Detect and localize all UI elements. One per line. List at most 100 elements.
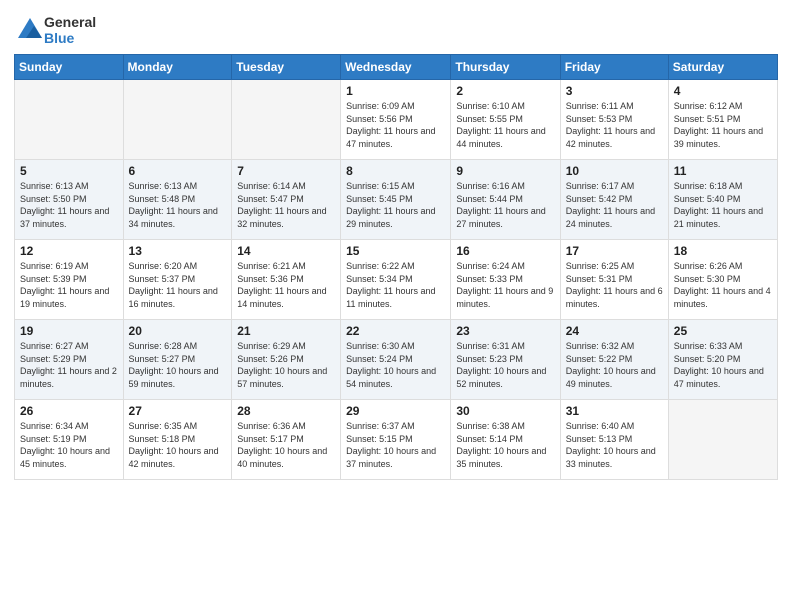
- calendar-day-cell: 1 Sunrise: 6:09 AM Sunset: 5:56 PM Daylig…: [341, 80, 451, 160]
- calendar-day-cell: 21 Sunrise: 6:29 AM Sunset: 5:26 PM Dayli…: [232, 320, 341, 400]
- day-number: 13: [129, 244, 227, 258]
- day-number: 29: [346, 404, 445, 418]
- day-number: 2: [456, 84, 554, 98]
- calendar-day-cell: [123, 80, 232, 160]
- day-number: 7: [237, 164, 335, 178]
- calendar-day-cell: 16Sunrise: 6:24 AM Sunset: 5:33 PM Dayli…: [451, 240, 560, 320]
- day-info: Sunrise: 6:20 AM Sunset: 5:37 PM Dayligh…: [129, 260, 227, 310]
- calendar-day-cell: 12 Sunrise: 6:19 AM Sunset: 5:39 PM Dayli…: [15, 240, 124, 320]
- day-number: 28: [237, 404, 335, 418]
- day-number: 19: [20, 324, 118, 338]
- calendar-day-cell: 6 Sunrise: 6:13 AM Sunset: 5:48 PM Daylig…: [123, 160, 232, 240]
- calendar-week-row: 1 Sunrise: 6:09 AM Sunset: 5:56 PM Daylig…: [15, 80, 778, 160]
- calendar-week-row: 19 Sunrise: 6:27 AM Sunset: 5:29 PM Dayli…: [15, 320, 778, 400]
- calendar-day-cell: 29Sunrise: 6:37 AM Sunset: 5:15 PM Dayli…: [341, 400, 451, 480]
- day-number: 11: [674, 164, 772, 178]
- day-header-wednesday: Wednesday: [341, 55, 451, 80]
- calendar-day-cell: 28 Sunrise: 6:36 AM Sunset: 5:17 PM Dayli…: [232, 400, 341, 480]
- day-info: Sunrise: 6:21 AM Sunset: 5:36 PM Dayligh…: [237, 260, 335, 310]
- calendar-day-cell: 2 Sunrise: 6:10 AM Sunset: 5:55 PM Daylig…: [451, 80, 560, 160]
- calendar-day-cell: 9 Sunrise: 6:16 AM Sunset: 5:44 PM Daylig…: [451, 160, 560, 240]
- calendar-day-cell: 10Sunrise: 6:17 AM Sunset: 5:42 PM Dayli…: [560, 160, 668, 240]
- day-number: 3: [566, 84, 663, 98]
- day-number: 30: [456, 404, 554, 418]
- calendar-day-cell: 18 Sunrise: 6:26 AM Sunset: 5:30 PM Dayli…: [668, 240, 777, 320]
- day-number: 14: [237, 244, 335, 258]
- day-number: 26: [20, 404, 118, 418]
- calendar-day-cell: 31 Sunrise: 6:40 AM Sunset: 5:13 PM Dayli…: [560, 400, 668, 480]
- day-info: Sunrise: 6:25 AM Sunset: 5:31 PM Dayligh…: [566, 260, 663, 310]
- day-info: Sunrise: 6:32 AM Sunset: 5:22 PM Dayligh…: [566, 340, 663, 390]
- day-info: Sunrise: 6:27 AM Sunset: 5:29 PM Dayligh…: [20, 340, 118, 390]
- day-info: Sunrise: 6:18 AM Sunset: 5:40 PM Dayligh…: [674, 180, 772, 230]
- day-number: 12: [20, 244, 118, 258]
- day-info: Sunrise: 6:09 AM Sunset: 5:56 PM Dayligh…: [346, 100, 445, 150]
- day-info: Sunrise: 6:31 AM Sunset: 5:23 PM Dayligh…: [456, 340, 554, 390]
- day-number: 5: [20, 164, 118, 178]
- calendar-day-cell: 30 Sunrise: 6:38 AM Sunset: 5:14 PM Dayli…: [451, 400, 560, 480]
- day-number: 9: [456, 164, 554, 178]
- calendar-table: SundayMondayTuesdayWednesdayThursdayFrid…: [14, 54, 778, 480]
- logo-icon: [16, 16, 44, 44]
- day-number: 25: [674, 324, 772, 338]
- day-info: Sunrise: 6:36 AM Sunset: 5:17 PM Dayligh…: [237, 420, 335, 470]
- day-info: Sunrise: 6:12 AM Sunset: 5:51 PM Dayligh…: [674, 100, 772, 150]
- day-info: Sunrise: 6:29 AM Sunset: 5:26 PM Dayligh…: [237, 340, 335, 390]
- calendar-day-cell: 19 Sunrise: 6:27 AM Sunset: 5:29 PM Dayli…: [15, 320, 124, 400]
- header: General Blue: [14, 10, 778, 46]
- calendar-day-cell: 3 Sunrise: 6:11 AM Sunset: 5:53 PM Daylig…: [560, 80, 668, 160]
- calendar-week-row: 5 Sunrise: 6:13 AM Sunset: 5:50 PM Daylig…: [15, 160, 778, 240]
- day-number: 20: [129, 324, 227, 338]
- day-info: Sunrise: 6:33 AM Sunset: 5:20 PM Dayligh…: [674, 340, 772, 390]
- calendar-day-cell: [668, 400, 777, 480]
- calendar-day-cell: 26 Sunrise: 6:34 AM Sunset: 5:19 PM Dayli…: [15, 400, 124, 480]
- day-info: Sunrise: 6:13 AM Sunset: 5:48 PM Dayligh…: [129, 180, 227, 230]
- day-number: 27: [129, 404, 227, 418]
- calendar-day-cell: 27 Sunrise: 6:35 AM Sunset: 5:18 PM Dayli…: [123, 400, 232, 480]
- logo-text: General Blue: [44, 14, 96, 46]
- calendar-header-row: SundayMondayTuesdayWednesdayThursdayFrid…: [15, 55, 778, 80]
- day-header-thursday: Thursday: [451, 55, 560, 80]
- day-info: Sunrise: 6:11 AM Sunset: 5:53 PM Dayligh…: [566, 100, 663, 150]
- calendar-day-cell: 5 Sunrise: 6:13 AM Sunset: 5:50 PM Daylig…: [15, 160, 124, 240]
- day-number: 10: [566, 164, 663, 178]
- calendar-day-cell: 20Sunrise: 6:28 AM Sunset: 5:27 PM Dayli…: [123, 320, 232, 400]
- calendar-day-cell: 8Sunrise: 6:15 AM Sunset: 5:45 PM Daylig…: [341, 160, 451, 240]
- day-info: Sunrise: 6:26 AM Sunset: 5:30 PM Dayligh…: [674, 260, 772, 310]
- day-info: Sunrise: 6:34 AM Sunset: 5:19 PM Dayligh…: [20, 420, 118, 470]
- day-number: 21: [237, 324, 335, 338]
- day-info: Sunrise: 6:10 AM Sunset: 5:55 PM Dayligh…: [456, 100, 554, 150]
- page-container: General Blue SundayMondayTuesdayWednesda…: [0, 0, 792, 490]
- day-info: Sunrise: 6:14 AM Sunset: 5:47 PM Dayligh…: [237, 180, 335, 230]
- day-number: 18: [674, 244, 772, 258]
- day-number: 23: [456, 324, 554, 338]
- day-info: Sunrise: 6:19 AM Sunset: 5:39 PM Dayligh…: [20, 260, 118, 310]
- day-number: 24: [566, 324, 663, 338]
- day-header-saturday: Saturday: [668, 55, 777, 80]
- calendar-day-cell: 24 Sunrise: 6:32 AM Sunset: 5:22 PM Dayli…: [560, 320, 668, 400]
- day-number: 1: [346, 84, 445, 98]
- day-number: 4: [674, 84, 772, 98]
- day-info: Sunrise: 6:22 AM Sunset: 5:34 PM Dayligh…: [346, 260, 445, 310]
- day-info: Sunrise: 6:16 AM Sunset: 5:44 PM Dayligh…: [456, 180, 554, 230]
- calendar-day-cell: 23 Sunrise: 6:31 AM Sunset: 5:23 PM Dayli…: [451, 320, 560, 400]
- day-number: 17: [566, 244, 663, 258]
- day-info: Sunrise: 6:40 AM Sunset: 5:13 PM Dayligh…: [566, 420, 663, 470]
- logo: General Blue: [14, 14, 96, 46]
- day-header-tuesday: Tuesday: [232, 55, 341, 80]
- calendar-day-cell: 11 Sunrise: 6:18 AM Sunset: 5:40 PM Dayli…: [668, 160, 777, 240]
- calendar-day-cell: 25 Sunrise: 6:33 AM Sunset: 5:20 PM Dayli…: [668, 320, 777, 400]
- calendar-week-row: 12 Sunrise: 6:19 AM Sunset: 5:39 PM Dayli…: [15, 240, 778, 320]
- calendar-day-cell: 4 Sunrise: 6:12 AM Sunset: 5:51 PM Daylig…: [668, 80, 777, 160]
- day-info: Sunrise: 6:35 AM Sunset: 5:18 PM Dayligh…: [129, 420, 227, 470]
- calendar-day-cell: 13 Sunrise: 6:20 AM Sunset: 5:37 PM Dayli…: [123, 240, 232, 320]
- day-number: 6: [129, 164, 227, 178]
- calendar-day-cell: 22Sunrise: 6:30 AM Sunset: 5:24 PM Dayli…: [341, 320, 451, 400]
- calendar-day-cell: 15Sunrise: 6:22 AM Sunset: 5:34 PM Dayli…: [341, 240, 451, 320]
- day-header-monday: Monday: [123, 55, 232, 80]
- calendar-day-cell: 7 Sunrise: 6:14 AM Sunset: 5:47 PM Daylig…: [232, 160, 341, 240]
- day-info: Sunrise: 6:38 AM Sunset: 5:14 PM Dayligh…: [456, 420, 554, 470]
- calendar-day-cell: [232, 80, 341, 160]
- day-info: Sunrise: 6:13 AM Sunset: 5:50 PM Dayligh…: [20, 180, 118, 230]
- day-number: 31: [566, 404, 663, 418]
